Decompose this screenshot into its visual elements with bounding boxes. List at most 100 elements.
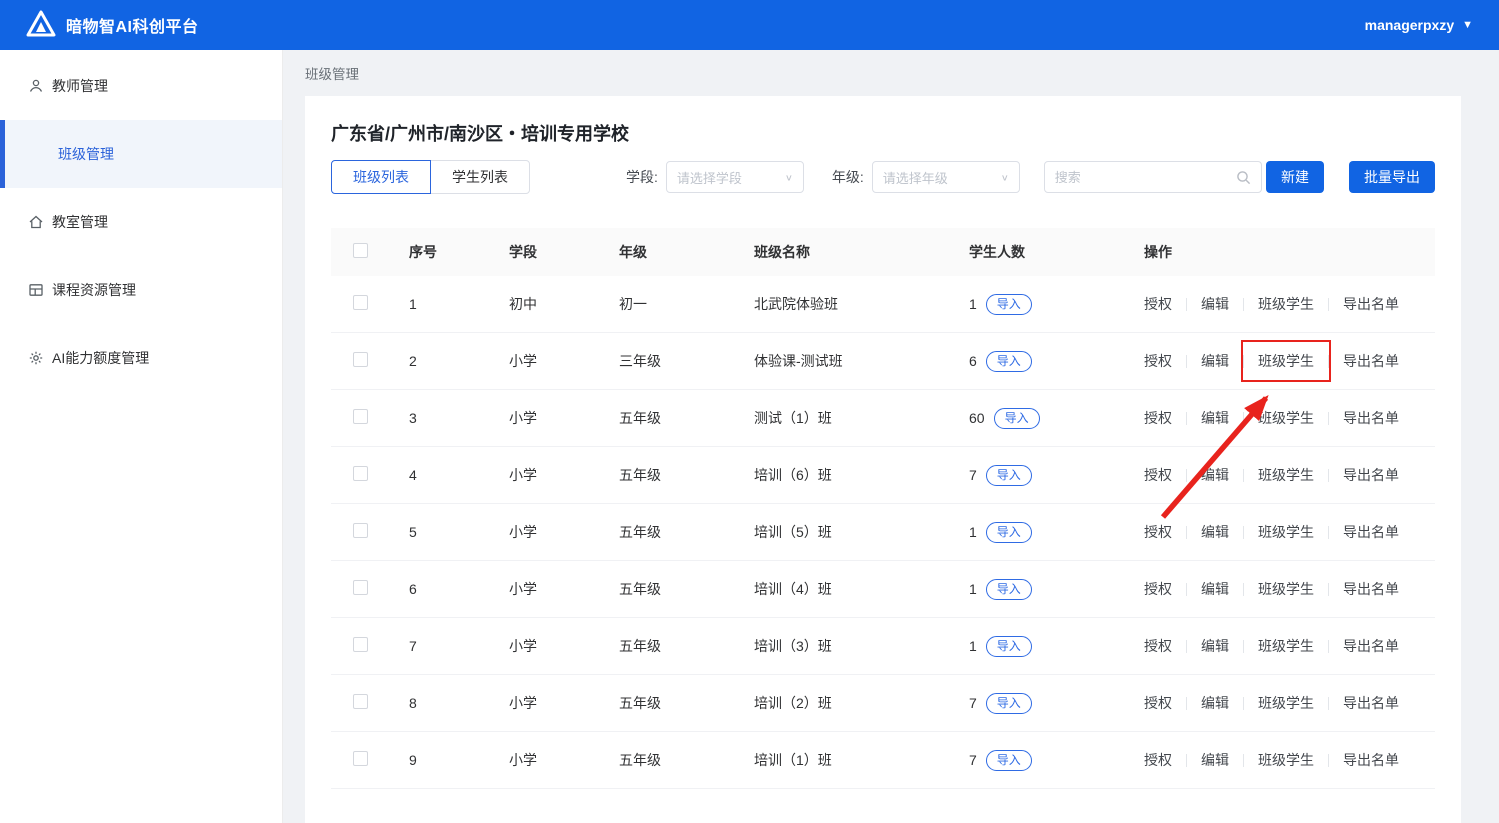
sidebar-item-label: 班级管理	[58, 146, 114, 162]
action-edit[interactable]: 编辑	[1201, 465, 1229, 485]
row-checkbox[interactable]	[353, 580, 368, 595]
row-checkbox[interactable]	[353, 409, 368, 424]
cell-class-name: 体验课-测试班	[754, 353, 843, 369]
action-class-students[interactable]: 班级学生	[1241, 340, 1331, 382]
sidebar-nav: 教师管理班级管理教室管理 课程资源管理 AI能力额度管理	[0, 52, 282, 392]
cell-stage: 小学	[509, 353, 537, 369]
import-button[interactable]: 导入	[985, 350, 1032, 372]
import-button[interactable]: 导入	[985, 293, 1032, 315]
cell-grade: 五年级	[619, 524, 661, 540]
action-class-students[interactable]: 班级学生	[1258, 522, 1314, 542]
action-export-roster[interactable]: 导出名单	[1343, 693, 1399, 713]
cell-index: 2	[409, 353, 417, 369]
import-button[interactable]: 导入	[985, 635, 1032, 657]
cell-stage: 小学	[509, 524, 537, 540]
search-input[interactable]	[1054, 169, 1236, 185]
import-button[interactable]: 导入	[985, 521, 1032, 543]
action-export-roster[interactable]: 导出名单	[1343, 522, 1399, 542]
action-edit[interactable]: 编辑	[1201, 693, 1229, 713]
action-edit[interactable]: 编辑	[1201, 351, 1229, 371]
action-class-students[interactable]: 班级学生	[1258, 750, 1314, 770]
action-divider	[1328, 753, 1329, 767]
select-all-checkbox[interactable]	[353, 243, 368, 258]
action-authorize[interactable]: 授权	[1144, 636, 1172, 656]
sidebar-item-course-resources[interactable]: 课程资源管理	[0, 256, 282, 324]
action-export-roster[interactable]: 导出名单	[1343, 750, 1399, 770]
action-class-students[interactable]: 班级学生	[1258, 693, 1314, 713]
row-checkbox[interactable]	[353, 523, 368, 538]
action-class-students[interactable]: 班级学生	[1258, 294, 1314, 314]
import-button[interactable]: 导入	[985, 749, 1032, 771]
action-authorize[interactable]: 授权	[1144, 579, 1172, 599]
column-header-grade: 年级	[619, 244, 647, 260]
cell-index: 1	[409, 296, 417, 312]
sidebar-item-teachers[interactable]: 教师管理	[0, 52, 282, 120]
action-export-roster[interactable]: 导出名单	[1343, 579, 1399, 599]
search-icon[interactable]	[1236, 170, 1251, 185]
actions-cell: 授权 编辑 班级学生 导出名单	[1144, 579, 1435, 599]
action-class-students[interactable]: 班级学生	[1258, 636, 1314, 656]
import-button[interactable]: 导入	[985, 578, 1032, 600]
stage-select[interactable]: 请选择学段 ∨	[665, 161, 804, 193]
action-export-roster[interactable]: 导出名单	[1343, 465, 1399, 485]
tab-student-list[interactable]: 学生列表	[430, 160, 530, 194]
row-checkbox[interactable]	[353, 751, 368, 766]
action-authorize[interactable]: 授权	[1144, 465, 1172, 485]
row-checkbox[interactable]	[353, 352, 368, 367]
sidebar-item-ai-quota[interactable]: AI能力额度管理	[0, 324, 282, 392]
cell-stage: 小学	[509, 752, 537, 768]
cell-class-name: 培训（2）班	[754, 695, 832, 711]
actions-cell: 授权 编辑 班级学生 导出名单	[1144, 750, 1435, 770]
action-divider	[1243, 411, 1244, 425]
import-button[interactable]: 导入	[985, 692, 1032, 714]
action-authorize[interactable]: 授权	[1144, 750, 1172, 770]
action-authorize[interactable]: 授权	[1144, 294, 1172, 314]
action-authorize[interactable]: 授权	[1144, 693, 1172, 713]
action-edit[interactable]: 编辑	[1201, 408, 1229, 428]
action-export-roster[interactable]: 导出名单	[1343, 636, 1399, 656]
stage-select-placeholder: 请选择学段	[676, 170, 742, 186]
batch-export-button[interactable]: 批量导出	[1349, 161, 1435, 193]
cell-student-count: 7	[969, 695, 977, 711]
user-menu[interactable]: managerpxzy ▼	[1365, 17, 1473, 33]
create-button[interactable]: 新建	[1266, 161, 1324, 193]
action-class-students[interactable]: 班级学生	[1258, 408, 1314, 428]
action-divider	[1243, 753, 1244, 767]
action-divider	[1186, 582, 1187, 596]
action-authorize[interactable]: 授权	[1144, 408, 1172, 428]
action-divider	[1186, 696, 1187, 710]
action-edit[interactable]: 编辑	[1201, 636, 1229, 656]
action-divider	[1328, 525, 1329, 539]
row-checkbox[interactable]	[353, 295, 368, 310]
action-edit[interactable]: 编辑	[1201, 522, 1229, 542]
table-row: 1 初中 初一 北武院体验班 1 导入 授权 编辑 班级学生 导出名单	[331, 276, 1435, 333]
action-divider	[1243, 696, 1244, 710]
row-checkbox[interactable]	[353, 466, 368, 481]
action-divider	[1328, 639, 1329, 653]
sidebar-item-classrooms[interactable]: 教室管理	[0, 188, 282, 256]
page-title: 广东省/广州市/南沙区・培训专用学校	[331, 124, 630, 144]
action-divider	[1328, 354, 1329, 368]
search-box	[1043, 161, 1262, 193]
action-edit[interactable]: 编辑	[1201, 579, 1229, 599]
action-divider	[1186, 639, 1187, 653]
import-button[interactable]: 导入	[993, 407, 1040, 429]
action-authorize[interactable]: 授权	[1144, 522, 1172, 542]
action-authorize[interactable]: 授权	[1144, 351, 1172, 371]
cell-student-count: 6	[969, 353, 977, 369]
action-export-roster[interactable]: 导出名单	[1343, 408, 1399, 428]
action-class-students[interactable]: 班级学生	[1258, 465, 1314, 485]
action-edit[interactable]: 编辑	[1201, 294, 1229, 314]
grade-select[interactable]: 请选择年级 ∨	[871, 161, 1020, 193]
sidebar-item-classes[interactable]: 班级管理	[0, 120, 282, 188]
chevron-down-icon: ∨	[1000, 172, 1009, 183]
action-class-students[interactable]: 班级学生	[1258, 579, 1314, 599]
tab-class-list[interactable]: 班级列表	[331, 160, 431, 194]
breadcrumb: 班级管理	[305, 67, 359, 82]
row-checkbox[interactable]	[353, 637, 368, 652]
action-edit[interactable]: 编辑	[1201, 750, 1229, 770]
row-checkbox[interactable]	[353, 694, 368, 709]
action-export-roster[interactable]: 导出名单	[1343, 294, 1399, 314]
import-button[interactable]: 导入	[985, 464, 1032, 486]
action-export-roster[interactable]: 导出名单	[1343, 351, 1399, 371]
